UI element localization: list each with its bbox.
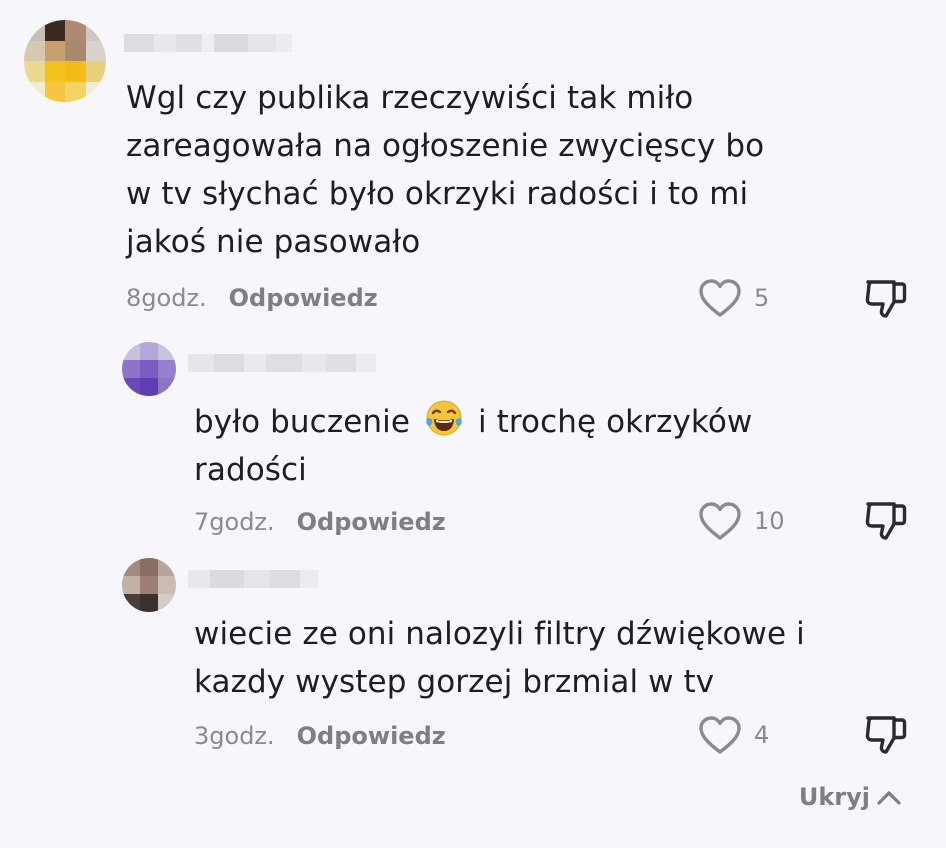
reply-button[interactable]: Odpowiedz — [229, 284, 378, 312]
reply-button[interactable]: Odpowiedz — [297, 508, 446, 536]
comment-time: 8godz. — [126, 284, 207, 312]
comment-time: 7godz. — [194, 508, 275, 536]
thumbs-down-icon — [865, 502, 907, 540]
dislike-button[interactable] — [862, 274, 910, 322]
face-with-tears-of-joy-icon — [426, 400, 462, 436]
username[interactable] — [188, 354, 376, 372]
like-count: 4 — [754, 721, 770, 749]
chevron-up-icon — [877, 791, 901, 805]
username[interactable] — [124, 34, 292, 52]
comment-meta: 3godz. Odpowiedz — [194, 722, 446, 750]
heart-icon — [699, 502, 741, 540]
like-count: 10 — [754, 507, 785, 535]
dislike-button[interactable] — [862, 710, 910, 758]
like-count: 5 — [754, 284, 770, 312]
heart-icon — [699, 716, 741, 754]
like-button[interactable]: 5 — [698, 278, 769, 318]
like-button[interactable]: 4 — [698, 715, 769, 755]
thumbs-down-icon — [865, 280, 907, 318]
avatar[interactable] — [122, 558, 176, 612]
avatar[interactable] — [122, 342, 176, 396]
avatar[interactable] — [24, 20, 106, 102]
comment-time: 3godz. — [194, 722, 275, 750]
hide-replies-button[interactable]: Ukryj — [799, 783, 902, 811]
comment-meta: 7godz. Odpowiedz — [194, 508, 446, 536]
dislike-button[interactable] — [862, 496, 910, 544]
comment-text: Wgl czy publika rzeczywiści tak miło zar… — [126, 80, 765, 260]
comment-meta: 8godz. Odpowiedz — [126, 284, 378, 312]
reply-button[interactable]: Odpowiedz — [297, 722, 446, 750]
hide-replies-label: Ukryj — [798, 783, 870, 811]
comment-text: było buczenie i trochę okrzyków radości — [194, 398, 752, 494]
thumbs-down-icon — [865, 716, 907, 754]
comments-page: Wgl czy publika rzeczywiści tak miło zar… — [0, 0, 946, 848]
like-button[interactable]: 10 — [698, 501, 785, 541]
username[interactable] — [188, 570, 318, 588]
heart-icon — [699, 279, 741, 317]
comment-text: wiecie ze oni nalozyli filtry dźwiękowe … — [194, 616, 805, 700]
